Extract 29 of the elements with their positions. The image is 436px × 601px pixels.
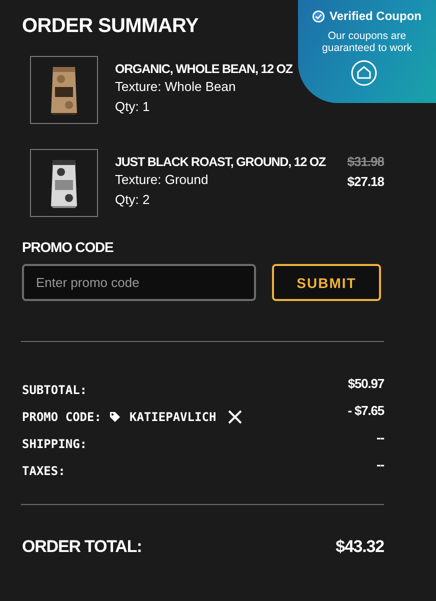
home-icon[interactable] bbox=[351, 60, 377, 86]
badge-text: Our coupons are guaranteed to work bbox=[321, 30, 413, 54]
summary-label: SHIPPING: bbox=[22, 436, 88, 450]
promo-code-field[interactable]: Enter promo code bbox=[22, 264, 256, 301]
summary-value: -- bbox=[376, 430, 384, 445]
original-price: $31.98 bbox=[347, 153, 384, 171]
product-quantity: Qty: 1 bbox=[115, 98, 151, 116]
close-icon[interactable] bbox=[228, 410, 242, 424]
summary-value: -- bbox=[376, 457, 384, 472]
summary-label: PROMO CODE: bbox=[22, 410, 102, 424]
product-texture: Texture: Whole Bean bbox=[115, 78, 237, 96]
summary-label: SUBTOTAL: bbox=[22, 382, 88, 396]
submit-button[interactable]: SUBMIT bbox=[272, 264, 381, 301]
section-title: ORDER SUMMARY bbox=[22, 14, 198, 38]
sale-price: $27.18 bbox=[347, 173, 384, 191]
badge-title: Verified Coupon bbox=[329, 9, 422, 23]
product-quantity: Qty: 2 bbox=[115, 191, 151, 209]
product-name: JUST BLACK ROAST, GROUND, 12 OZ bbox=[115, 154, 326, 170]
order-total-value: $43.32 bbox=[336, 537, 384, 557]
promo-code: KATIEPAVLICH bbox=[129, 410, 216, 424]
product-texture: Texture: Ground bbox=[115, 171, 210, 189]
summary-value: - $7.65 bbox=[348, 403, 384, 418]
product-name: ORGANIC, WHOLE BEAN, 12 OZ bbox=[115, 61, 292, 77]
summary-value: $50.97 bbox=[348, 376, 384, 391]
check-icon bbox=[312, 10, 326, 22]
summary-label: TAXES: bbox=[22, 464, 66, 478]
order-total-label: ORDER TOTAL: bbox=[22, 537, 142, 557]
promo-label: PROMO CODE bbox=[22, 238, 114, 256]
tag-icon bbox=[109, 410, 122, 422]
